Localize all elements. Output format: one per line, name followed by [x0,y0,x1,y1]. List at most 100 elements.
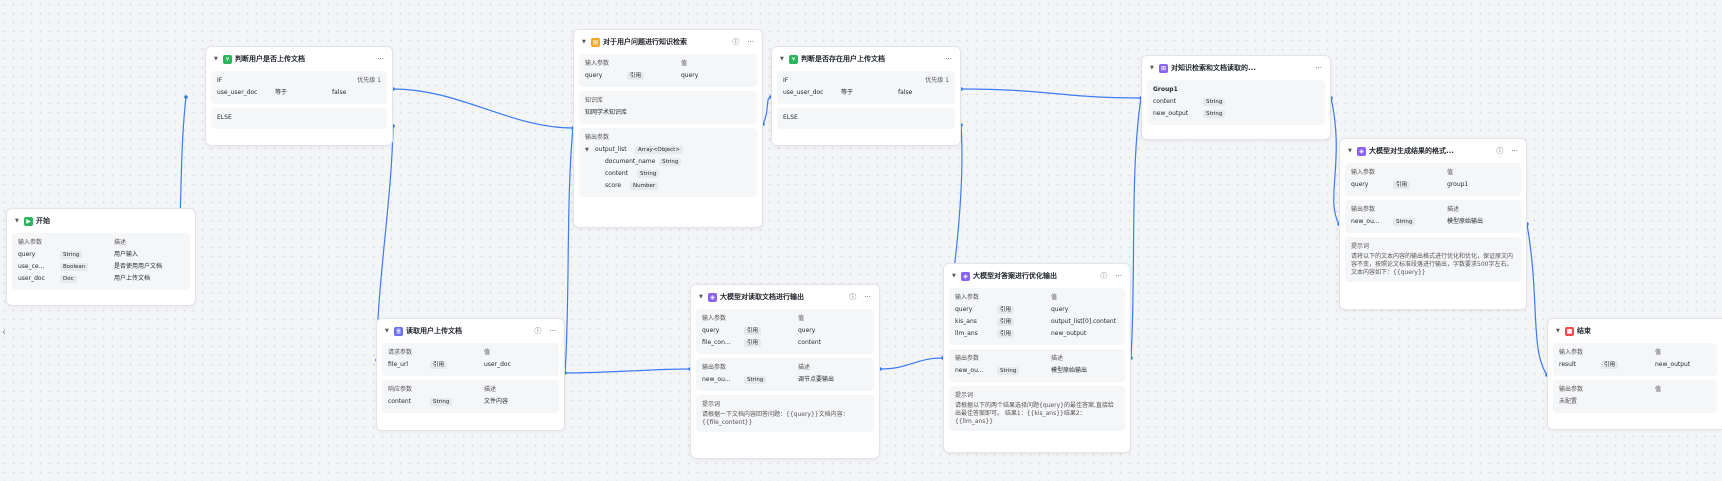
node-llm-answer-optimize[interactable]: ▼ ◈ 大模型对答案进行优化输出 ⓘ ··· 输入参数值 query 引用 quer… [943,263,1131,453]
collapse-caret-icon[interactable]: ▼ [780,56,786,62]
input-section: 输入参数 值 result 引用 new_output [1553,343,1717,376]
node-knowledge-retrieval[interactable]: ▼ ▤ 对于用户问题进行知识检索 ⓘ ··· 输入参数值 query 引用 quer… [573,29,763,228]
prompt-section: 提示词 请根据一下文档内容回答问题：{{query}}文档内容：{{file_c… [696,395,874,432]
more-icon[interactable]: ··· [864,293,871,301]
prompt-text: 请根据一下文档内容回答问题：{{query}}文档内容：{{file_conte… [702,411,849,426]
info-icon[interactable]: ⓘ [534,326,541,336]
field-text: use_ce... [18,263,45,270]
collapse-caret-icon[interactable]: ▼ [1556,328,1562,334]
response-section: 响应参数 描述 content String 文件内容 [382,380,559,413]
field-text: 值 [1051,294,1058,301]
field-text: 模型原始输出 [1447,218,1484,225]
expand-caret-icon[interactable]: ▼ [585,144,589,156]
field-text: 描述 [114,239,127,246]
field-text: query [681,72,699,79]
more-icon[interactable]: ··· [747,38,754,46]
param-row: use_ce... Boolean 是否使用用户文档 [18,261,184,273]
info-icon[interactable]: ⓘ [849,292,856,302]
field-text: Boolean [60,263,89,271]
node-condition-document-exists[interactable]: ▼ ⑂ 判断是否存在用户上传文档 ··· IF 优先级 1 use_user_do… [771,46,961,146]
field-text: content [798,339,821,346]
field-text: 引用 [997,306,1015,314]
field-text: 是否使用用户文档 [114,263,163,270]
field-text: String [1393,218,1416,226]
stop-icon: ■ [1565,326,1574,336]
collapse-caret-icon[interactable]: ▼ [952,273,958,279]
field-text: 值 [1655,349,1662,356]
more-icon[interactable]: ··· [1115,272,1122,280]
field-text: 引用 [430,361,448,369]
field-text: 优先级 1 [925,77,949,84]
field-text: String [1203,110,1226,118]
field-text: 知识库 [585,97,604,104]
field-text: document_name [605,158,656,165]
field-text: Array<Object> [635,146,683,154]
field-text: Doc [60,275,77,283]
node-llm-document-output[interactable]: ▼ ◈ 大模型对读取文档进行输出 ⓘ ··· 输入参数值 query 引用 quer… [690,284,880,459]
field-text: String [997,367,1020,375]
more-icon[interactable]: ··· [1511,147,1518,155]
input-section: 输入参数 描述 query String 用户输入 use_ce... Boolean 是… [12,233,190,290]
more-icon[interactable]: ··· [549,327,556,335]
input-section: 输入参数 值 query 引用 query kis_ans 引用 output_list[… [949,288,1125,345]
field-text: 值 [681,60,688,67]
field-text: 调节点要输出 [798,376,835,383]
node-end[interactable]: ▼ ■ 结束 输入参数值 result 引用 new_output 输出参数值 未配… [1547,318,1722,430]
collapse-caret-icon[interactable]: ▼ [1348,148,1354,154]
field-text: Group1 [1153,86,1178,93]
field-text: 提示词 [955,392,974,399]
field-text: 描述 [1447,206,1460,213]
node-start[interactable]: ▼ ▶ 开始 输入参数 描述 query String 用户输入 use_ce... B… [6,208,196,306]
llm-icon: ◈ [961,271,970,281]
collapse-caret-icon[interactable]: ▼ [699,294,705,300]
prompt-section: 提示词 请将以下的文本内容的输出格式进行优化和优化，保证原文内容不变，按照论文标… [1345,237,1521,282]
node-title: 开始 [36,217,50,225]
llm-icon: ◈ [1357,146,1366,156]
field-text: false [332,89,347,96]
node-condition-upload[interactable]: ▼ ⑂ 判断用户是否上传文档 ··· IF 优先级 1 use_user_doc 等… [205,46,393,146]
field-text: output_list [595,146,627,153]
field-text: 引用 [997,330,1015,338]
merge-icon: ⊞ [1159,63,1168,73]
field-text: 值 [1447,169,1454,176]
field-text: 输出参数 [702,364,727,371]
collapse-caret-icon[interactable]: ▼ [1150,65,1156,71]
prompt-text: 请根据以下的两个结果选择问题{query}的最佳答案,直接给出最佳答案即可。 结… [955,402,1114,425]
more-icon[interactable]: ··· [1315,64,1322,72]
field-text: 引用 [744,327,762,335]
collapse-caret-icon[interactable]: ▼ [582,39,588,45]
input-section: 输入参数 值 query 引用 query [579,54,757,87]
collapse-caret-icon[interactable]: ▼ [214,56,220,62]
node-llm-format-output[interactable]: ▼ ◈ 大模型对生成结果的格式... ⓘ ··· 输入参数值 query 引用 gr… [1339,138,1527,310]
left-collapse-icon[interactable]: ‹ [2,327,6,338]
field-text: new_ou... [955,367,984,374]
document-icon: ≣ [394,326,403,336]
field-text: 优先级 1 [357,77,381,84]
more-icon[interactable]: ··· [945,55,952,63]
field-text: 输出参数 [1559,386,1584,393]
collapse-caret-icon[interactable]: ▼ [15,218,21,224]
info-icon[interactable]: ⓘ [1496,146,1503,156]
field-text: use_user_doc [783,89,824,96]
field-text: String [637,170,660,178]
field-text: result [1559,361,1576,368]
edge-llm1-to-llm2 [879,357,944,370]
edge-kb-to-readdoc-link [564,127,574,374]
info-icon[interactable]: ⓘ [732,37,739,47]
field-text: false [898,89,913,96]
field-text: file_con... [702,339,731,346]
field-text: 等于 [841,89,854,96]
field-text: file_url [388,361,409,368]
node-variable-merge[interactable]: ▼ ⊞ 对知识检索和文档读取的... ··· Group1 content Str… [1141,55,1331,140]
field-text: output_list[0].content [1051,318,1116,325]
node-read-document[interactable]: ▼ ≣ 读取用户上传文档 ⓘ ··· 请求参数值 file_url 引用 user_… [376,318,565,431]
request-section: 请求参数 值 file_url 引用 user_doc [382,343,559,376]
output-section: 输出参数 ▼ output_list Array<Object> document_… [579,128,757,197]
more-icon[interactable]: ··· [377,55,384,63]
info-icon[interactable]: ⓘ [1100,271,1107,281]
field-text: 引用 [744,339,762,347]
group-section: Group1 content String new_output String [1147,80,1325,125]
collapse-caret-icon[interactable]: ▼ [385,328,391,334]
field-text: llm_ans [955,330,978,337]
edge-readdoc-to-llm1 [564,368,691,374]
